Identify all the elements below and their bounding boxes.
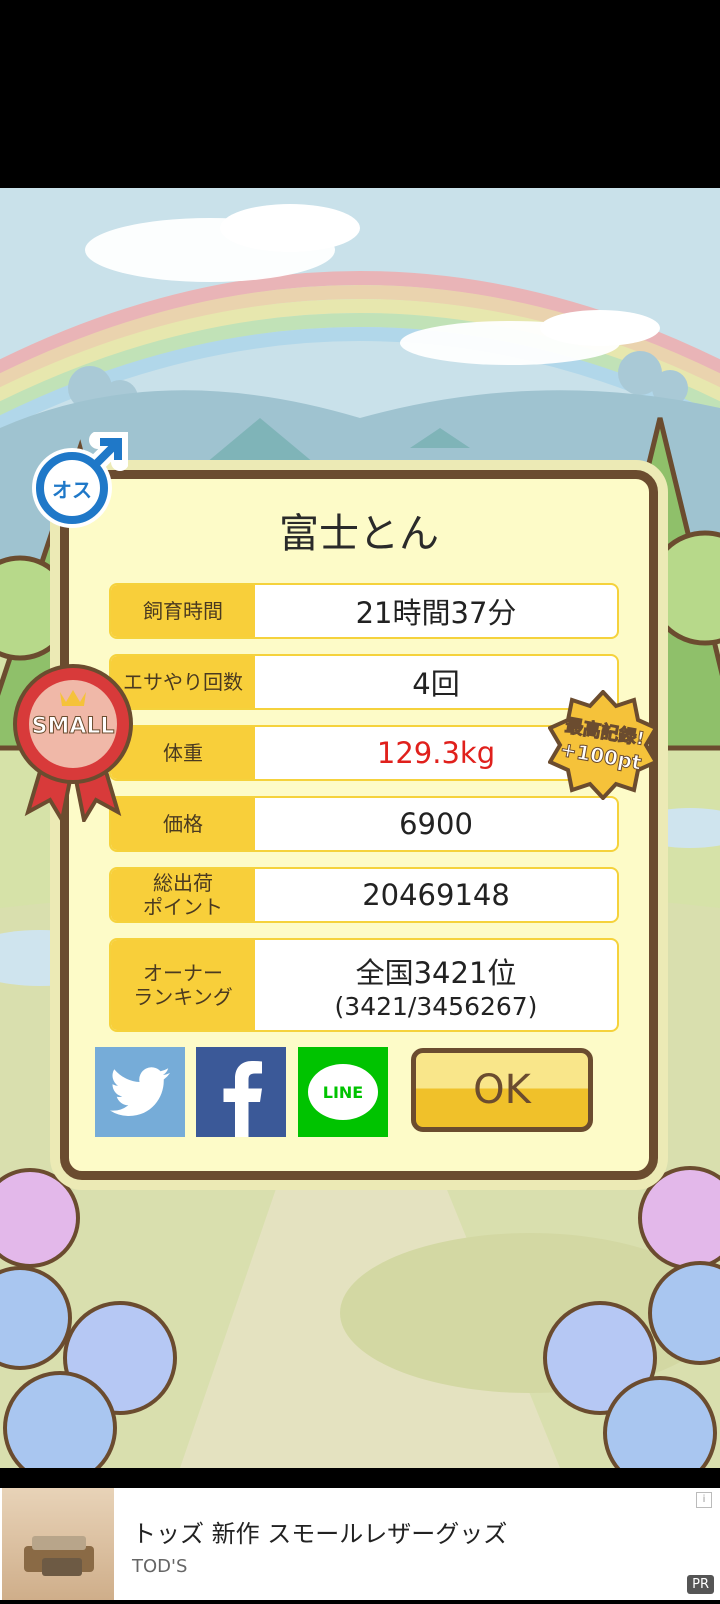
facebook-share-button[interactable] (196, 1047, 286, 1137)
ranking-position: 全国3421位 (355, 955, 517, 990)
stat-value: 21時間37分 (355, 596, 517, 630)
line-share-button[interactable]: LINE (298, 1047, 388, 1137)
stat-row-feed-count: エサやり回数 4回 (109, 654, 619, 710)
line-icon-label: LINE (322, 1082, 364, 1102)
ok-label: OK (473, 1067, 531, 1113)
stat-value: 20469148 (362, 878, 510, 912)
size-badge-label: SMALL (31, 714, 115, 740)
stat-label: オーナー ランキング (111, 940, 255, 1030)
size-ribbon-badge: SMALL (10, 662, 136, 826)
pet-name: 富士とん (279, 511, 439, 557)
facebook-icon (223, 1060, 262, 1137)
stat-value-ranking: 全国3421位 (3421/3456267) (255, 940, 617, 1030)
stat-row-shipping-points: 総出荷 ポイント 20469148 (109, 867, 619, 923)
result-panel: 富士とん 飼育時間 21時間37分 エサやり回数 4回 体重 129.3kg 価… (60, 470, 658, 1180)
stat-row-price: 価格 6900 (109, 796, 619, 852)
line-icon: LINE (308, 1064, 378, 1120)
ad-advertiser: TOD'S (132, 1556, 188, 1577)
male-gender-icon: オス (24, 431, 129, 536)
gender-label: オス (52, 478, 92, 502)
twitter-share-button[interactable] (95, 1047, 185, 1137)
twitter-icon (110, 1067, 170, 1116)
stat-label: 総出荷 ポイント (111, 869, 255, 921)
stat-row-feeding-time: 飼育時間 21時間37分 (109, 583, 619, 639)
ad-banner[interactable]: トッズ 新作 スモールレザーグッズ TOD'S i PR (0, 1488, 720, 1600)
ok-button[interactable]: OK (411, 1048, 593, 1132)
ad-info-icon[interactable]: i (696, 1492, 712, 1508)
ranking-fraction: (3421/3456267) (334, 991, 538, 1021)
stat-row-weight: 体重 129.3kg (109, 725, 619, 781)
stat-value: 6900 (399, 807, 473, 841)
ad-image (2, 1488, 114, 1600)
ad-pr-label: PR (687, 1575, 714, 1594)
stat-label: 飼育時間 (111, 585, 255, 637)
stat-row-owner-ranking: オーナー ランキング 全国3421位 (3421/3456267) (109, 938, 619, 1032)
ad-title[interactable]: トッズ 新作 スモールレザーグッズ (132, 1514, 507, 1549)
record-badge: 最高記録! +100pt (547, 689, 659, 801)
